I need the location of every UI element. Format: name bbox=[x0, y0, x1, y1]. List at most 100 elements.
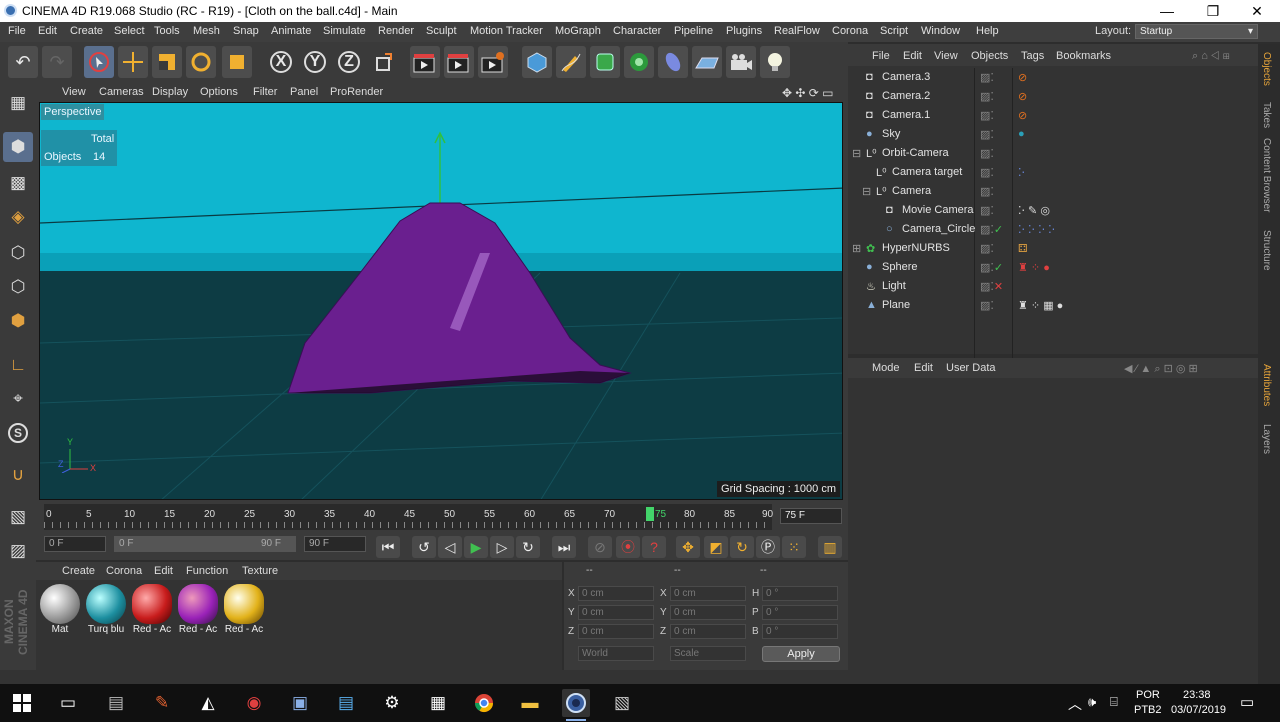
camera-tags-icon[interactable]: ⁚⋅ ✎ ◎ bbox=[1018, 204, 1050, 217]
object-row-camera-circle[interactable]: ○ Camera_Circle ▨⁚✓ ⁚⋅ ⁚⋅ ⁚⋅ ⁚⋅ bbox=[852, 220, 1254, 239]
collapse-icon[interactable]: ⊟ bbox=[862, 185, 871, 198]
key-pla-button[interactable]: ⁙ bbox=[782, 536, 806, 558]
visibility-toggle[interactable]: ▨⁚✓ bbox=[980, 223, 1003, 236]
tab-takes[interactable]: Takes bbox=[1261, 102, 1272, 128]
size-x-field[interactable]: 0 cm bbox=[670, 586, 746, 601]
close-button[interactable]: ✕ bbox=[1234, 0, 1280, 22]
start-frame-field[interactable]: 0 F bbox=[44, 536, 106, 552]
record-button[interactable]: ⦿ bbox=[616, 536, 640, 558]
key-position-button[interactable]: ✥ bbox=[676, 536, 700, 558]
menu-select[interactable]: Select bbox=[114, 25, 145, 37]
material-swatch[interactable]: Red - Ac bbox=[130, 582, 174, 638]
attr-nav-icons[interactable]: ◀ ⁄ ▲ ⌕ ⊡ ◎ ⊞ bbox=[1124, 362, 1198, 376]
spline-tags-icon[interactable]: ⁚⋅ ⁚⋅ ⁚⋅ ⁚⋅ bbox=[1018, 223, 1055, 236]
autokey-button[interactable]: ⊘ bbox=[588, 536, 612, 558]
menu-snap[interactable]: Snap bbox=[233, 25, 259, 37]
taskbar-calculator[interactable]: ▦ bbox=[426, 692, 450, 714]
planar-workplane-button[interactable]: ▨ bbox=[3, 536, 33, 566]
keyframe-selection-button[interactable]: ? bbox=[642, 536, 666, 558]
taskbar-settings[interactable]: ⚙ bbox=[380, 692, 404, 714]
taskbar-app[interactable]: ▤ bbox=[334, 692, 358, 714]
material-tag-icon[interactable]: ● bbox=[1018, 128, 1025, 140]
restore-button[interactable]: ❐ bbox=[1190, 0, 1236, 22]
render-view-button[interactable] bbox=[410, 46, 440, 78]
visibility-toggle[interactable]: ▨⁚ bbox=[980, 71, 994, 84]
object-row-sphere[interactable]: ● Sphere ▨⁚✓ ♜ ⁘ ● bbox=[852, 258, 1254, 277]
object-row-light[interactable]: ♨ Light ▨⁚✕ bbox=[852, 277, 1254, 296]
obj-menu-file[interactable]: File bbox=[872, 50, 890, 62]
task-view-button[interactable]: ▭ bbox=[56, 692, 80, 714]
make-editable-button[interactable]: ▦ bbox=[3, 88, 33, 118]
y-axis-lock-button[interactable]: Y bbox=[300, 46, 330, 78]
visibility-toggle[interactable]: ▨⁚✓ bbox=[980, 261, 1003, 274]
light-button[interactable] bbox=[760, 46, 790, 78]
play-button[interactable]: ▶ bbox=[464, 536, 488, 558]
sphere-tags-icon[interactable]: ♜ ⁘ ● bbox=[1018, 261, 1050, 274]
size-y-field[interactable]: 0 cm bbox=[670, 605, 746, 620]
obj-search-icon[interactable]: ⌕ ⌂ ◁ ⊞ bbox=[1192, 50, 1230, 63]
object-row-orbit-camera[interactable]: ⊟ L⁰ Orbit-Camera ▨⁚ bbox=[852, 144, 1254, 163]
material-swatch[interactable]: Red - Ac bbox=[222, 582, 266, 638]
render-settings-button[interactable] bbox=[478, 46, 508, 78]
visibility-toggle[interactable]: ▨⁚ bbox=[980, 128, 994, 141]
next-frame-button[interactable]: ▷ bbox=[490, 536, 514, 558]
object-row-hypernurbs[interactable]: ⊞ ✿ HyperNURBS ▨⁚ ⚃ bbox=[852, 239, 1254, 258]
vp-menu-view[interactable]: View bbox=[62, 86, 86, 98]
recent-tool-button[interactable] bbox=[222, 46, 252, 78]
size-mode-select[interactable]: Scale bbox=[670, 646, 746, 661]
taskbar-app[interactable]: ▤ bbox=[104, 692, 128, 714]
menu-plugins[interactable]: Plugins bbox=[726, 25, 762, 37]
material-swatch[interactable]: Turq blu bbox=[84, 582, 128, 638]
attr-menu-mode[interactable]: Mode bbox=[872, 362, 900, 374]
menu-tools[interactable]: Tools bbox=[154, 25, 180, 37]
target-tag-icon[interactable]: ⁚⋅ bbox=[1018, 166, 1025, 179]
menu-mesh[interactable]: Mesh bbox=[193, 25, 220, 37]
object-row-camera[interactable]: ⊟ L⁰ Camera ▨⁚ bbox=[852, 182, 1254, 201]
texture-mode-button[interactable]: ▩ bbox=[3, 168, 33, 198]
workplane-mode-button[interactable]: ◈ bbox=[3, 202, 33, 232]
taskbar-cinema4d[interactable] bbox=[562, 689, 590, 717]
previous-key-button[interactable]: ↺ bbox=[412, 536, 436, 558]
polygons-mode-button[interactable]: ⬢ bbox=[3, 306, 33, 336]
object-row-camera2[interactable]: ◘ Camera.2 ▨⁚ ⊘ bbox=[852, 87, 1254, 106]
cloner-button[interactable] bbox=[624, 46, 654, 78]
playhead[interactable] bbox=[646, 507, 654, 521]
vp-menu-filter[interactable]: Filter bbox=[253, 86, 277, 98]
axis-mode-button[interactable]: ∟ bbox=[3, 350, 33, 380]
attr-menu-user-data[interactable]: User Data bbox=[946, 362, 996, 374]
taskbar-app[interactable]: ✎ bbox=[150, 692, 174, 714]
visibility-toggle[interactable]: ▨⁚✕ bbox=[980, 280, 1003, 293]
mat-menu-edit[interactable]: Edit bbox=[154, 565, 173, 577]
network-icon[interactable]: ⌸ bbox=[1110, 694, 1118, 710]
protection-tag-icon[interactable]: ⊘ bbox=[1018, 71, 1027, 84]
z-axis-lock-button[interactable]: Z bbox=[334, 46, 364, 78]
tab-layers[interactable]: Layers bbox=[1261, 424, 1272, 454]
coordinate-space-select[interactable]: World bbox=[578, 646, 654, 661]
position-y-field[interactable]: 0 cm bbox=[578, 605, 654, 620]
menu-render[interactable]: Render bbox=[378, 25, 414, 37]
edges-mode-button[interactable]: ⬡ bbox=[3, 272, 33, 302]
key-rotation-button[interactable]: ↻ bbox=[730, 536, 754, 558]
menu-sculpt[interactable]: Sculpt bbox=[426, 25, 457, 37]
taskbar-file-explorer[interactable]: ▬ bbox=[518, 692, 542, 714]
tab-content-browser[interactable]: Content Browser bbox=[1261, 138, 1272, 212]
object-row-camera1[interactable]: ◘ Camera.1 ▨⁚ ⊘ bbox=[852, 106, 1254, 125]
menu-pipeline[interactable]: Pipeline bbox=[674, 25, 713, 37]
tab-attributes[interactable]: Attributes bbox=[1261, 364, 1272, 406]
menu-help[interactable]: Help bbox=[976, 25, 999, 37]
camera-button[interactable] bbox=[726, 46, 756, 78]
visibility-toggle[interactable]: ▨⁚ bbox=[980, 242, 994, 255]
taskbar-app[interactable]: ◭ bbox=[196, 692, 220, 714]
vp-menu-cameras[interactable]: Cameras bbox=[99, 86, 144, 98]
undo-button[interactable]: ↶ bbox=[8, 46, 38, 78]
go-to-start-button[interactable]: ⏮ bbox=[376, 536, 400, 558]
mat-menu-corona[interactable]: Corona bbox=[106, 565, 142, 577]
menu-animate[interactable]: Animate bbox=[271, 25, 311, 37]
rotation-p-field[interactable]: 0 ° bbox=[762, 605, 838, 620]
next-key-button[interactable]: ↻ bbox=[516, 536, 540, 558]
taskbar-app[interactable]: ▧ bbox=[610, 692, 634, 714]
object-row-camera3[interactable]: ◘ Camera.3 ▨⁚ ⊘ bbox=[852, 68, 1254, 87]
attr-menu-edit[interactable]: Edit bbox=[914, 362, 933, 374]
menu-simulate[interactable]: Simulate bbox=[323, 25, 366, 37]
object-row-camera-target[interactable]: L⁰ Camera target ▨⁚ ⁚⋅ bbox=[852, 163, 1254, 182]
